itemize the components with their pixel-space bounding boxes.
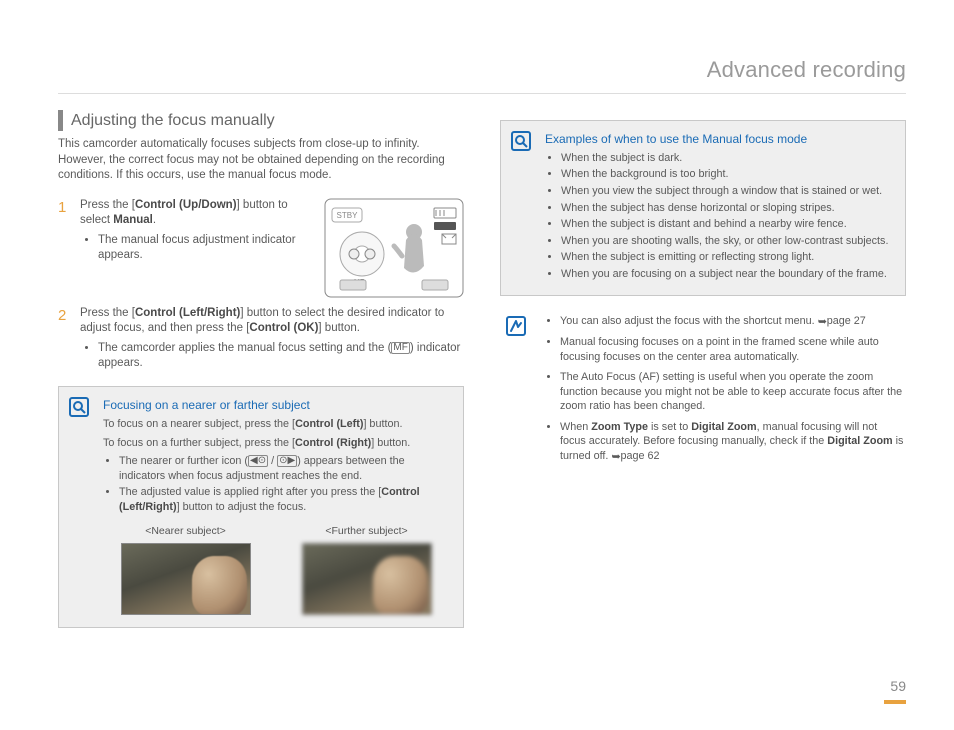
note-block: You can also adjust the focus with the s…	[500, 314, 906, 463]
list-item: When you are shooting walls, the sky, or…	[561, 234, 891, 249]
right-column: Examples of when to use the Manual focus…	[500, 110, 906, 628]
figure-caption: <Nearer subject>	[121, 524, 251, 538]
list-item: Manual focusing focuses on a point in th…	[560, 335, 906, 364]
t: .	[153, 214, 156, 226]
t: The nearer or further icon (	[119, 455, 248, 467]
intro-text: This camcorder automatically focuses sub…	[58, 137, 464, 184]
t: ] button.	[371, 437, 410, 449]
list-item: You can also adjust the focus with the s…	[560, 314, 906, 329]
list-item: When the subject is distant and behind a…	[561, 217, 891, 232]
left-column: Adjusting the focus manually This camcor…	[58, 110, 464, 628]
step-2-bullets: The camcorder applies the manual focus s…	[80, 341, 464, 372]
magnifier-icon	[69, 397, 89, 417]
section-title: Adjusting the focus manually	[58, 110, 464, 132]
page-number: 59	[884, 677, 906, 704]
t: You can also adjust the focus with the s…	[560, 315, 818, 327]
arrow-icon: ➥	[611, 450, 620, 465]
t: ] button.	[363, 418, 402, 430]
callout-examples-manual-focus: Examples of when to use the Manual focus…	[500, 120, 906, 297]
t: Control (Up/Down)	[135, 199, 237, 211]
figure-caption: <Further subject>	[302, 524, 432, 538]
t: To focus on a further subject, press the…	[103, 437, 295, 449]
figure-image-nearer	[121, 543, 251, 615]
t: ] button to adjust the focus.	[177, 501, 307, 513]
t: Press the [	[80, 307, 135, 319]
t: Zoom Type	[591, 421, 648, 433]
figure-further: <Further subject>	[302, 524, 432, 614]
callout-bullets: The nearer or further icon (◀⊙ / ⊙▶) app…	[103, 454, 449, 514]
list-item: When you are focusing on a subject near …	[561, 267, 891, 282]
step-2: 2 Press the [Control (Left/Right)] butto…	[58, 306, 464, 372]
list-item: When the subject is emitting or reflecti…	[561, 250, 891, 265]
t: ] button.	[318, 322, 360, 334]
step-1-text: Press the [Control (Up/Down)] button to …	[80, 198, 464, 229]
figure-nearer: <Nearer subject>	[121, 524, 251, 614]
t: To focus on a nearer subject, press the …	[103, 418, 295, 430]
list-item: When the subject is dark.	[561, 151, 891, 166]
t: Manual	[113, 214, 153, 226]
t: page 27	[827, 315, 866, 327]
t: When	[560, 421, 591, 433]
bullet: The adjusted value is applied right afte…	[119, 485, 449, 514]
t: The adjusted value is applied right afte…	[119, 486, 381, 498]
callout-title: Examples of when to use the Manual focus…	[545, 131, 891, 147]
mf-icon: MF	[391, 342, 409, 354]
t: Press the [	[80, 199, 135, 211]
t: Digital Zoom	[827, 435, 892, 447]
t: The camcorder applies the manual focus s…	[98, 342, 391, 354]
note-icon	[506, 316, 526, 336]
list-item: The Auto Focus (AF) setting is useful wh…	[560, 370, 906, 414]
list-item: When Zoom Type is set to Digital Zoom, m…	[560, 420, 906, 464]
t: is set to	[648, 421, 691, 433]
callout-title: Focusing on a nearer or farther subject	[103, 397, 449, 413]
further-icon: ⊙▶	[277, 455, 297, 467]
figure-row: <Nearer subject> <Further subject>	[103, 524, 449, 614]
figure-image-further	[302, 543, 432, 615]
step-2-text: Press the [Control (Left/Right)] button …	[80, 306, 464, 337]
examples-list: When the subject is dark. When the backg…	[545, 151, 891, 282]
t: Control (OK)	[249, 322, 318, 334]
bullet: The nearer or further icon (◀⊙ / ⊙▶) app…	[119, 454, 449, 483]
header-title: Advanced recording	[58, 55, 906, 94]
list-item: When you view the subject through a wind…	[561, 184, 891, 199]
nearer-icon: ◀⊙	[248, 455, 268, 467]
step-1: 1 Press the [Control (Up/Down)] button t…	[58, 198, 464, 264]
bullet: The manual focus adjustment indicator ap…	[98, 233, 464, 264]
bullet: The camcorder applies the manual focus s…	[98, 341, 464, 372]
list-item: When the subject has dense horizontal or…	[561, 201, 891, 216]
t: /	[268, 455, 277, 467]
callout-line-1: To focus on a nearer subject, press the …	[103, 417, 449, 432]
columns: Adjusting the focus manually This camcor…	[58, 110, 906, 628]
callout-focusing-nearer-farther: Focusing on a nearer or farther subject …	[58, 386, 464, 628]
step-1-number: 1	[58, 198, 66, 218]
step-1-bullets: The manual focus adjustment indicator ap…	[80, 233, 464, 264]
t: Control (Right)	[295, 437, 371, 449]
page: Advanced recording Adjusting the focus m…	[0, 0, 954, 730]
t: Digital Zoom	[691, 421, 756, 433]
step-2-number: 2	[58, 306, 66, 326]
note-list: You can also adjust the focus with the s…	[544, 314, 906, 463]
magnifier-icon	[511, 131, 531, 151]
arrow-icon: ➥	[818, 315, 827, 330]
callout-line-2: To focus on a further subject, press the…	[103, 436, 449, 451]
t: page 62	[620, 450, 659, 462]
t: Control (Left)	[295, 418, 363, 430]
t: Control (Left/Right)	[135, 307, 240, 319]
list-item: When the background is too bright.	[561, 167, 891, 182]
